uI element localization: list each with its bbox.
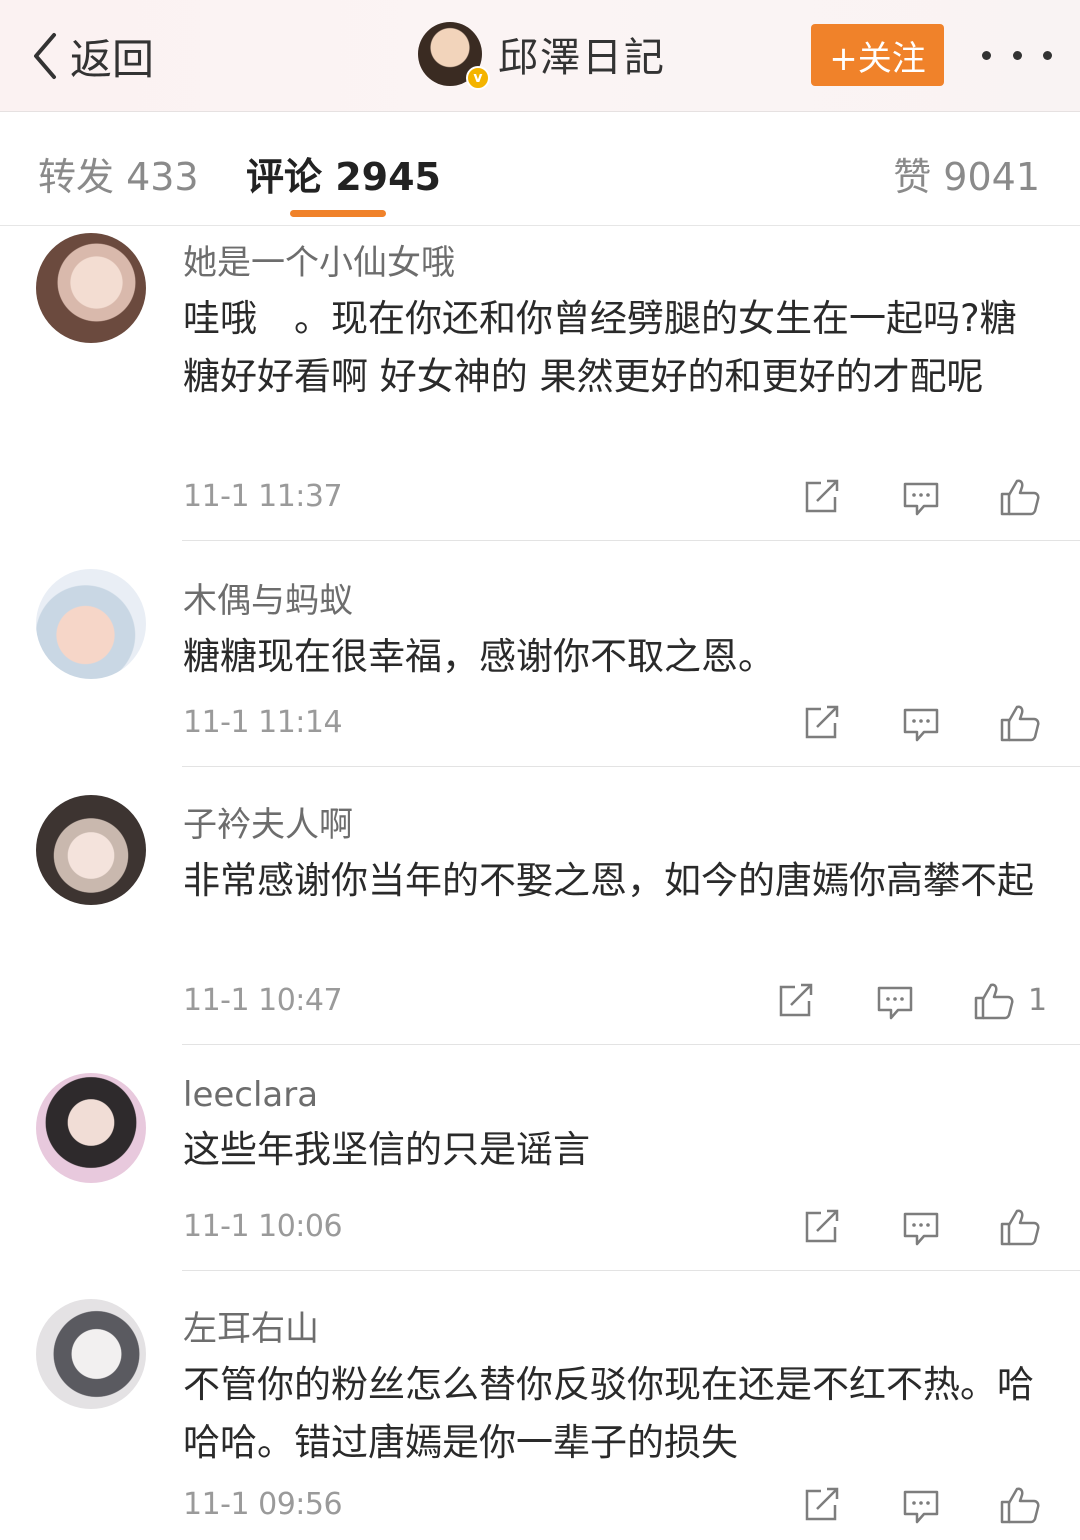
comment-text: 哇哦 。现在你还和你曾经劈腿的女生在一起吗?糖糖好好看啊 好女神的 果然更好的和… [183,297,1017,398]
comment-username[interactable]: leeclara [183,1075,1080,1115]
share-icon[interactable] [803,1487,841,1523]
chevron-left-icon [34,33,56,79]
comment-item: 她是一个小仙女哦 哇哦 。现在你还和你曾经劈腿的女生在一起吗?糖糖好好看啊 好女… [0,227,1080,541]
avatar[interactable] [36,1073,146,1183]
comment-username[interactable]: 左耳右山 [183,1301,1080,1350]
follow-button[interactable]: +关注 [811,24,944,86]
top-nav-bar: 返回 v 邱澤日記 +关注 [0,0,1080,112]
more-dots-icon[interactable] [982,34,1052,76]
verified-badge-icon: v [466,66,490,90]
comment-text: 非常感谢你当年的不娶之恩，如今的唐嫣你高攀不起 [183,859,1034,902]
comment-username[interactable]: 她是一个小仙女哦 [183,235,1080,284]
active-tab-indicator [290,210,386,217]
share-icon[interactable] [803,705,841,741]
tab-bar: 转发 433 评论 2945 赞 9041 [0,112,1080,226]
comment-timestamp: 11-1 10:47 [183,983,343,1018]
profile-header[interactable]: v 邱澤日記 [418,22,666,90]
share-icon[interactable] [777,983,815,1019]
comment-item: 左耳右山 不管你的粉丝怎么替你反驳你现在还是不红不热。哈哈哈。错过唐嫣是你一辈子… [0,1271,1080,1540]
comment-timestamp: 11-1 10:06 [183,1209,343,1244]
comment-text: 不管你的粉丝怎么替你反驳你现在还是不红不热。哈哈哈。错过唐嫣是你一辈子的损失 [183,1363,1034,1464]
comment-item: leeclara 这些年我坚信的只是谣言 11-1 10:06 [0,1045,1080,1271]
reply-comment-icon[interactable] [902,1211,940,1247]
back-button[interactable]: 返回 [28,26,154,86]
comment-timestamp: 11-1 09:56 [183,1487,343,1522]
reply-comment-icon[interactable] [876,985,914,1021]
avatar[interactable] [36,1299,146,1409]
comment-item: 木偶与蚂蚁 糖糖现在很幸福，感谢你不取之恩。 11-1 11:14 [0,541,1080,767]
profile-name[interactable]: 邱澤日記 [498,25,666,83]
back-label: 返回 [70,34,155,84]
like-thumb-icon[interactable] [1000,703,1040,743]
like-thumb-icon[interactable] [1000,477,1040,517]
avatar[interactable] [36,569,146,679]
comment-timestamp: 11-1 11:37 [183,479,343,514]
avatar[interactable] [36,233,146,343]
comment-text: 糖糖现在很幸福，感谢你不取之恩。 [183,635,775,678]
like-count: 1 [1028,983,1048,1018]
share-icon[interactable] [803,479,841,515]
tab-repost[interactable]: 转发 433 [38,146,199,201]
tab-like[interactable]: 赞 9041 [893,146,1040,201]
reply-comment-icon[interactable] [902,707,940,743]
share-icon[interactable] [803,1209,841,1245]
avatar[interactable] [36,795,146,905]
tab-comment[interactable]: 评论 2945 [246,146,441,201]
reply-comment-icon[interactable] [902,1489,940,1525]
comment-list: 她是一个小仙女哦 哇哦 。现在你还和你曾经劈腿的女生在一起吗?糖糖好好看啊 好女… [0,227,1080,1540]
comment-text: 这些年我坚信的只是谣言 [183,1128,590,1171]
comment-timestamp: 11-1 11:14 [183,705,343,740]
comment-item: 子衿夫人啊 非常感谢你当年的不娶之恩，如今的唐嫣你高攀不起 11-1 10:47… [0,767,1080,1045]
comment-username[interactable]: 子衿夫人啊 [183,797,1080,846]
comment-username[interactable]: 木偶与蚂蚁 [183,573,1080,622]
reply-comment-icon[interactable] [902,481,940,517]
avatar[interactable]: v [418,22,490,90]
like-thumb-icon[interactable] [974,981,1014,1021]
like-thumb-icon[interactable] [1000,1485,1040,1525]
like-thumb-icon[interactable] [1000,1207,1040,1247]
